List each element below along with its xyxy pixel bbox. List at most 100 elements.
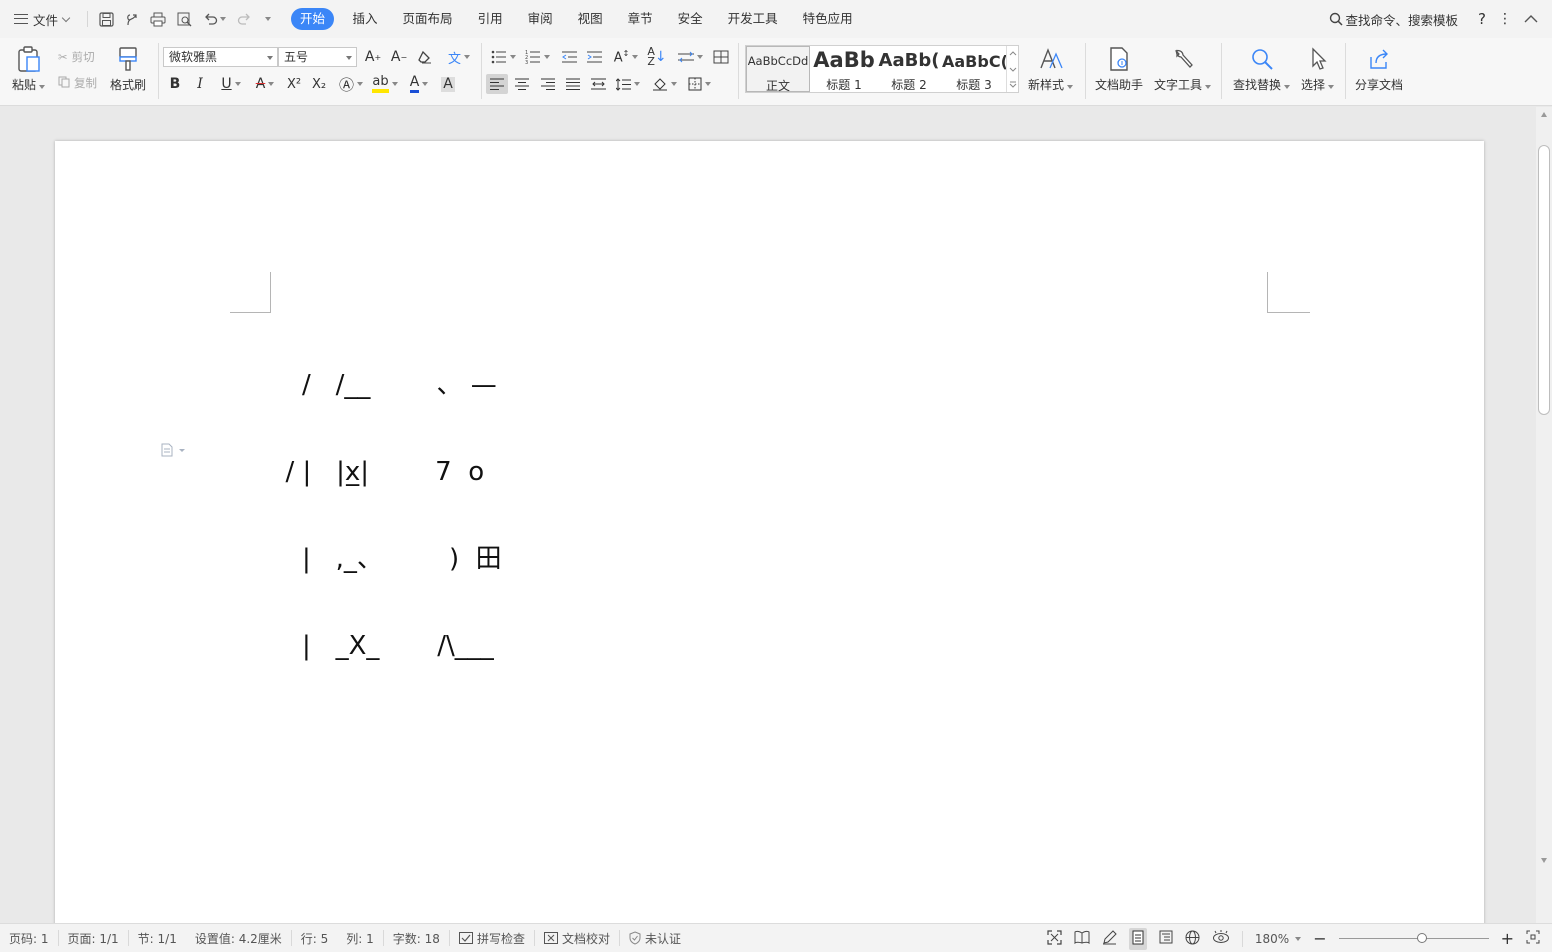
save-icon[interactable] <box>98 11 114 27</box>
cut-button[interactable]: ✂ 剪切 <box>58 49 95 65</box>
scroll-up-icon[interactable] <box>1541 112 1547 117</box>
char-shading-icon[interactable]: A <box>438 74 458 94</box>
grow-font-icon[interactable]: A + <box>364 47 382 67</box>
write-mode-icon[interactable] <box>1102 929 1117 948</box>
word-count-status[interactable]: 字数: 18 <box>384 930 449 947</box>
tab-security[interactable]: 安全 <box>665 8 715 30</box>
sort-icon[interactable]: A Z ↓ <box>647 46 666 67</box>
print-preview-icon[interactable] <box>176 11 192 27</box>
style-heading-2[interactable]: AaBb( 标题 2 <box>877 46 941 92</box>
zoom-level-dropdown[interactable]: 180% <box>1255 932 1302 946</box>
row-status[interactable]: 行: 5 <box>292 930 338 947</box>
tab-insert[interactable]: 插入 <box>340 8 390 30</box>
fit-window-icon[interactable] <box>1526 930 1540 947</box>
document-canvas[interactable]: / /__ 、 — / | |x̲| 7 o | ,_、 ) 田 | _X_ /… <box>0 107 1536 931</box>
column-status[interactable]: 列: 1 <box>337 930 383 947</box>
align-left-button[interactable] <box>486 74 508 94</box>
reading-mode-icon[interactable] <box>1074 930 1090 947</box>
outline-view-icon[interactable] <box>1159 930 1173 947</box>
new-style-button[interactable]: 新样式 <box>1028 44 1074 93</box>
chinese-layout-icon[interactable]: A↕ <box>612 47 640 67</box>
justify-button[interactable] <box>564 74 582 94</box>
styles-scroll[interactable] <box>1006 46 1018 92</box>
scroll-thumb[interactable] <box>1538 145 1550 415</box>
paste-button[interactable]: 粘贴 <box>12 44 46 93</box>
distributed-align-button[interactable] <box>589 74 607 94</box>
section-status[interactable]: 节: 1/1 <box>129 930 186 947</box>
line-spacing-button[interactable] <box>615 74 641 94</box>
zoom-in-button[interactable]: + <box>1501 929 1514 948</box>
output-pdf-icon[interactable] <box>124 11 140 27</box>
style-heading-3[interactable]: AaBbC( 标题 3 <box>942 46 1006 92</box>
redo-icon[interactable] <box>236 11 252 27</box>
bullet-list-icon[interactable] <box>490 47 516 67</box>
italic-button[interactable]: I <box>191 74 209 94</box>
doc-proofread-button[interactable]: 文档校对 <box>535 930 619 947</box>
subscript-button[interactable]: X₂ <box>309 74 329 94</box>
tab-review[interactable]: 审阅 <box>515 8 565 30</box>
tab-view[interactable]: 视图 <box>565 8 615 30</box>
undo-icon[interactable] <box>202 11 218 27</box>
font-size-select[interactable]: 五号 <box>278 47 357 67</box>
copy-button[interactable]: 复制 <box>58 75 97 91</box>
help-icon[interactable]: ? <box>1478 10 1486 28</box>
align-right-button[interactable] <box>539 74 557 94</box>
numbered-list-icon[interactable]: 123 <box>524 47 550 67</box>
style-normal[interactable]: AaBbCcDd 正文 <box>746 46 810 93</box>
show-hide-marks-icon[interactable] <box>676 47 704 67</box>
collapse-ribbon-icon[interactable] <box>1524 12 1538 27</box>
phonetic-guide-icon[interactable]: 文 <box>444 47 474 67</box>
format-painter-button[interactable]: 格式刷 <box>110 44 146 93</box>
text-effect-button[interactable]: Ⓐ <box>337 74 365 94</box>
undo-dropdown-icon[interactable] <box>220 17 227 21</box>
scroll-down-icon[interactable] <box>1541 858 1547 863</box>
eye-protection-icon[interactable] <box>1212 930 1230 947</box>
tab-developer[interactable]: 开发工具 <box>715 8 790 30</box>
spell-check-button[interactable]: 拼写检查 <box>450 930 534 947</box>
style-heading-1[interactable]: AaBb 标题 1 <box>812 46 876 92</box>
page-number-status[interactable]: 页码: 1 <box>0 930 58 947</box>
position-setting-status[interactable]: 设置值: 4.2厘米 <box>186 930 291 947</box>
command-search[interactable]: 查找命令、搜索模板 <box>1329 10 1458 29</box>
vertical-scrollbar[interactable] <box>1536 107 1552 923</box>
highlight-button[interactable]: ab <box>370 74 400 94</box>
align-center-button[interactable] <box>513 74 531 94</box>
fullscreen-icon[interactable] <box>1047 929 1062 948</box>
customize-toolbar-icon[interactable] <box>265 17 272 21</box>
superscript-button[interactable]: X² <box>284 74 304 94</box>
decrease-indent-icon[interactable] <box>560 47 578 67</box>
shrink-font-icon[interactable]: A − <box>390 47 408 67</box>
file-menu[interactable]: 文件 <box>14 10 71 29</box>
tab-section[interactable]: 章节 <box>615 8 665 30</box>
zoom-slider-knob[interactable] <box>1416 933 1427 943</box>
tab-special-apps[interactable]: 特色应用 <box>790 8 865 30</box>
document-text[interactable]: / /__ 、 — / | |x̲| 7 o | ,_、 ) 田 | _X_ /… <box>269 313 502 719</box>
pages-status[interactable]: 页面: 1/1 <box>59 930 128 947</box>
tab-page-layout[interactable]: 页面布局 <box>390 8 465 30</box>
more-options-icon[interactable]: ⋮ <box>1498 11 1512 27</box>
select-button[interactable]: 选择 <box>1301 44 1335 93</box>
zoom-slider[interactable] <box>1338 933 1489 943</box>
share-doc-button[interactable]: 分享文档 <box>1355 44 1403 93</box>
font-name-select[interactable]: 微软雅黑 <box>163 47 278 67</box>
web-view-icon[interactable] <box>1185 930 1200 948</box>
tab-home[interactable]: 开始 <box>291 8 335 30</box>
font-color-button[interactable]: A <box>405 74 433 94</box>
strikethrough-button[interactable]: A <box>251 74 279 94</box>
underline-button[interactable]: U <box>216 74 246 94</box>
text-tools-button[interactable]: 文字工具 <box>1154 44 1212 93</box>
document-page[interactable]: / /__ 、 — / | |x̲| 7 o | ,_、 ) 田 | _X_ /… <box>55 141 1484 931</box>
clear-format-icon[interactable] <box>416 47 434 67</box>
increase-indent-icon[interactable] <box>585 47 603 67</box>
shading-button[interactable] <box>650 74 678 94</box>
doc-assistant-button[interactable]: 文档助手 <box>1095 44 1143 93</box>
borders-button[interactable] <box>685 74 713 94</box>
paste-options-icon[interactable] <box>161 443 189 460</box>
bold-button[interactable]: B <box>166 74 184 94</box>
certification-status[interactable]: 未认证 <box>620 930 690 947</box>
table-layout-icon[interactable] <box>712 47 730 67</box>
print-icon[interactable] <box>150 11 166 27</box>
find-replace-button[interactable]: 查找替换 <box>1233 44 1291 93</box>
page-view-icon[interactable] <box>1128 927 1147 950</box>
zoom-out-button[interactable]: − <box>1313 929 1326 948</box>
